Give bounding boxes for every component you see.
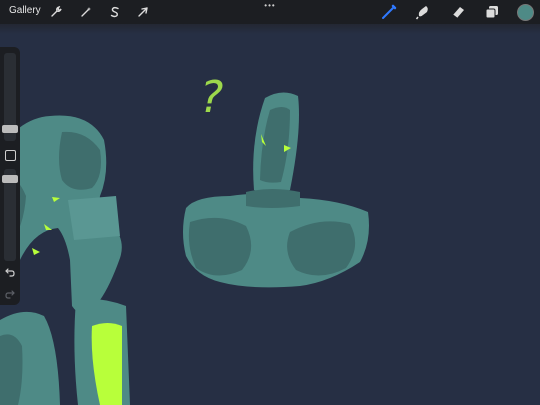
top-toolbar: Gallery •••	[0, 0, 540, 24]
eraser-icon[interactable]	[448, 2, 468, 22]
layers-icon[interactable]	[482, 2, 502, 22]
gallery-button[interactable]: Gallery	[9, 5, 41, 16]
left-sidebar	[0, 47, 20, 305]
redo-icon[interactable]	[2, 287, 18, 301]
drawing-canvas[interactable]: ?	[0, 0, 540, 405]
smudge-icon[interactable]	[413, 2, 433, 22]
toolbar-shadow	[0, 24, 540, 34]
undo-icon[interactable]	[2, 265, 18, 279]
adjustments-magic-wand-icon[interactable]	[77, 3, 95, 21]
question-mark-stroke: ?	[200, 72, 223, 123]
transform-arrow-icon[interactable]	[134, 3, 152, 21]
brush-size-slider-thumb[interactable]	[2, 125, 18, 133]
modify-button[interactable]	[5, 150, 16, 161]
actions-wrench-icon[interactable]	[47, 3, 65, 21]
brush-icon[interactable]	[379, 2, 399, 22]
color-picker-swatch[interactable]	[517, 4, 534, 21]
more-options-button[interactable]: •••	[262, 0, 278, 10]
selection-s-icon[interactable]	[106, 3, 124, 21]
opacity-slider-thumb[interactable]	[2, 175, 18, 183]
